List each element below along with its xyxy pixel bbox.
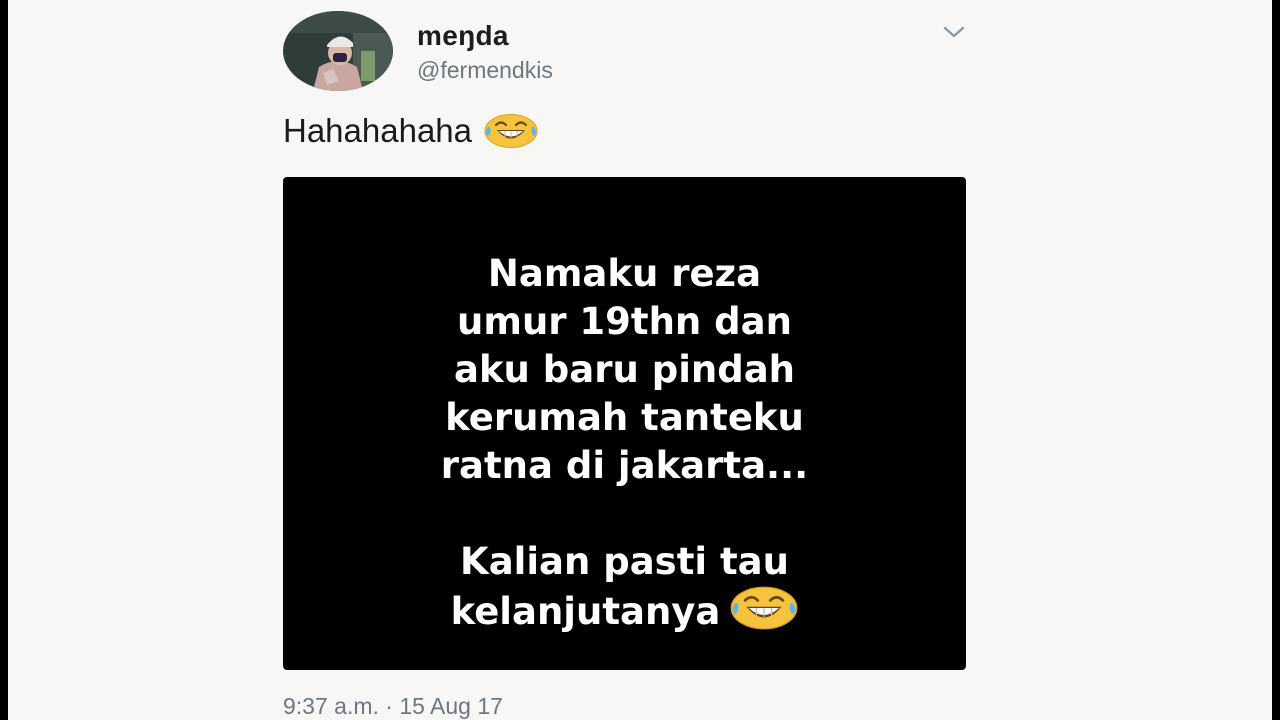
tweet-text: Hahahahaha [283, 112, 538, 150]
tears-of-joy-emoji-icon [484, 114, 538, 148]
image-caption: Namaku reza umur 19thn dan aku baru pind… [283, 250, 966, 636]
tweet-card: meŋda @fermendkis Hahahahaha Namaku reza… [8, 0, 1272, 720]
avatar[interactable] [283, 11, 393, 91]
caption-line: ratna di jakarta... [440, 444, 809, 487]
tears-of-joy-emoji-icon [730, 586, 798, 630]
caption-line: aku baru pindah [453, 348, 796, 391]
tweet-timestamp[interactable]: 9:37 a.m. · 15 Aug 17 [283, 693, 503, 720]
caption-line: Kalian pasti tau [460, 540, 789, 583]
display-name[interactable]: meŋda [417, 20, 509, 52]
caption-line: umur 19thn dan [457, 300, 792, 343]
caption-line: kerumah tanteku [445, 396, 804, 439]
caption-line-text: kelanjutanya [450, 590, 721, 633]
tweet-image[interactable]: Namaku reza umur 19thn dan aku baru pind… [283, 177, 966, 670]
avatar-image [283, 11, 393, 91]
tweet-text-content: Hahahahaha [283, 112, 473, 149]
user-handle[interactable]: @fermendkis [417, 57, 553, 84]
caption-line: Namaku reza [487, 252, 762, 295]
caption-line-with-emoji: kelanjutanya [283, 586, 966, 636]
chevron-down-icon[interactable] [942, 22, 966, 42]
